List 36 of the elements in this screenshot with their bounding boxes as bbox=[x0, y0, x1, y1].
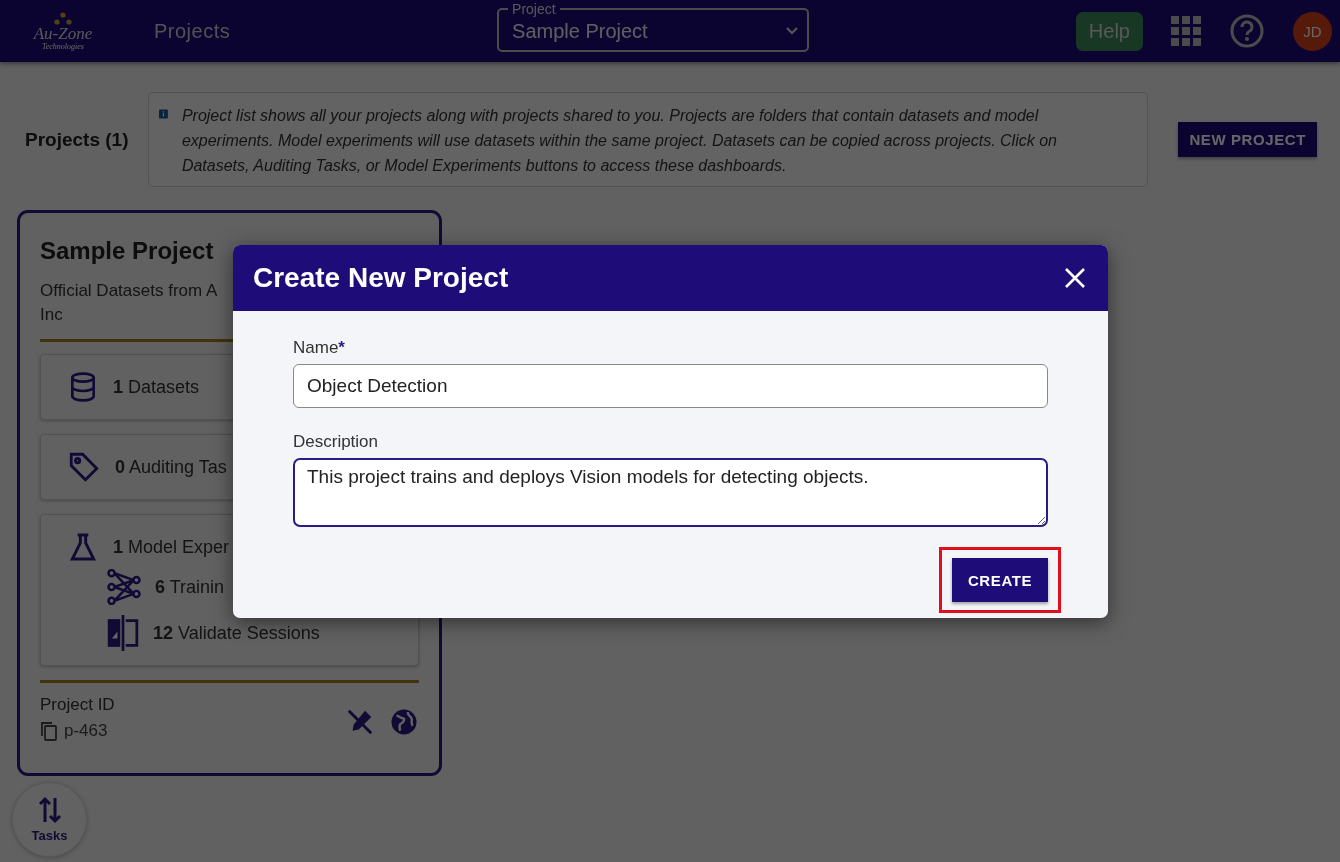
description-label: Description bbox=[293, 432, 380, 452]
project-description: Official Datasets from A bbox=[40, 280, 219, 302]
apps-grid-icon[interactable] bbox=[1171, 16, 1201, 46]
network-icon bbox=[107, 569, 141, 605]
globe-icon[interactable] bbox=[389, 707, 419, 737]
stat-label[interactable]: 12 Validate Sessions bbox=[153, 622, 320, 644]
project-select[interactable]: Project Sample Project bbox=[497, 2, 810, 52]
section-heading: Projects (1) bbox=[25, 128, 130, 151]
compare-icon bbox=[107, 615, 139, 651]
create-button[interactable]: CREATE bbox=[952, 558, 1048, 602]
page-title: Projects bbox=[154, 19, 231, 43]
description-field[interactable]: This project trains and deploys Vision models for detecting objects. bbox=[293, 458, 1048, 527]
project-id: p-463 bbox=[64, 721, 108, 741]
stat-label[interactable]: 1 Model Exper bbox=[113, 536, 230, 558]
logo-text: Au-Zone bbox=[33, 25, 93, 42]
info-text: Project list shows all your projects along with projects shared to you. Projects are folders that contain datasets and model experiments. Model experiments will use datasets within the same project. Datasets can be copied across projects. Click on Datasets, Auditing Tasks, or Model Experiments buttons to access these dashboards. bbox=[181, 106, 1058, 176]
swap-vertical-icon bbox=[36, 796, 63, 824]
dialog-title: Create New Project bbox=[253, 262, 510, 294]
stat-label[interactable]: 1 Datasets bbox=[113, 376, 200, 398]
id-label: Project ID bbox=[40, 695, 115, 715]
copy-icon[interactable] bbox=[40, 721, 58, 741]
user-avatar[interactable]: JD bbox=[1293, 11, 1332, 51]
edit-off-icon[interactable] bbox=[345, 707, 375, 737]
stat-label[interactable]: 6 Trainin bbox=[155, 576, 225, 598]
flask-icon bbox=[67, 531, 99, 563]
project-title: Sample Project bbox=[40, 237, 215, 265]
new-project-button[interactable]: NEW PROJECT bbox=[1178, 122, 1317, 157]
logo-subtitle: Technologies bbox=[42, 41, 84, 51]
chevron-down-icon bbox=[785, 26, 800, 36]
close-icon[interactable] bbox=[1064, 267, 1086, 289]
stat-label[interactable]: 0 Auditing Tas bbox=[115, 456, 227, 478]
tag-icon bbox=[67, 450, 101, 484]
project-description: Inc bbox=[40, 304, 64, 326]
tasks-button[interactable]: Tasks bbox=[12, 782, 87, 857]
help-icon[interactable] bbox=[1229, 13, 1265, 49]
name-field[interactable]: Object Detection bbox=[293, 364, 1048, 408]
